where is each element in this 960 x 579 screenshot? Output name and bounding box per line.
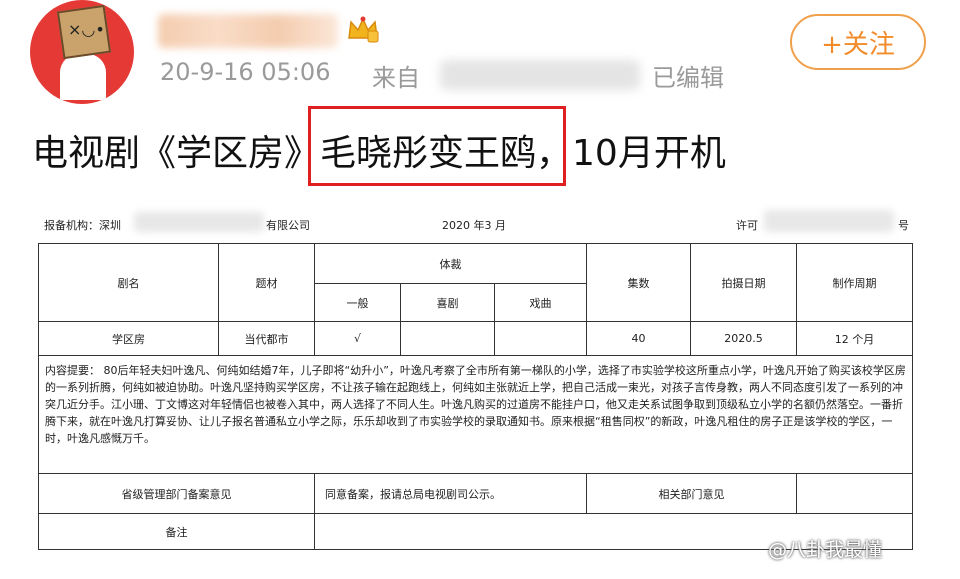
header-theme: 题材	[218, 243, 315, 322]
cell-title: 学区房	[38, 321, 219, 356]
content-summary: 内容提要： 80后年轻夫妇叶逸凡、何纯如结婚7年，儿子即将“幼升小”，叶逸凡考察…	[37, 355, 914, 474]
header-genre-comedy: 喜剧	[400, 283, 495, 322]
header-episodes: 集数	[586, 243, 692, 322]
table-row: 学区房 当代都市 √ 40 2020.5 12 个月	[38, 321, 914, 356]
provincial-label: 省级管理部门备案意见	[38, 473, 315, 514]
username-blurred[interactable]	[158, 14, 338, 48]
org-label: 报备机构：深圳	[44, 219, 121, 232]
header-genre-general: 一般	[314, 283, 401, 322]
cell-production-cycle: 12 个月	[796, 321, 914, 356]
cell-opera-mark	[493, 321, 588, 356]
highlight-box	[308, 106, 566, 186]
edited-label[interactable]: 已编辑	[652, 58, 724, 93]
cell-theme: 当代都市	[218, 321, 315, 356]
avatar-face-icon: ×◡•	[68, 20, 105, 39]
header-genre: 体裁	[313, 243, 588, 284]
crown-badge-icon	[348, 16, 379, 43]
related-opinion	[796, 473, 914, 514]
org-suffix: 有限公司	[266, 219, 310, 232]
cell-comedy-mark	[400, 321, 495, 356]
license-blurred	[764, 210, 894, 232]
cell-general-mark: √	[314, 321, 401, 356]
follow-button[interactable]: +关注	[790, 14, 926, 70]
provincial-opinion: 同意备案，报请总局电视剧司公示。	[313, 473, 588, 514]
headline-before: 电视剧《学区房》	[32, 133, 321, 174]
related-label: 相关部门意见	[586, 473, 798, 514]
source-blurred	[440, 60, 640, 90]
weibo-watermark: @八卦我最懂	[768, 539, 883, 561]
post-timestamp: 20-9-16 05:06	[160, 58, 331, 86]
header-title: 剧名	[38, 243, 219, 322]
license-prefix: 许可	[736, 219, 758, 232]
cell-shoot-date: 2020.5	[690, 321, 798, 356]
remarks-label: 备注	[38, 513, 315, 550]
avatar[interactable]: ×◡•	[30, 0, 134, 104]
document-date: 2020 年3 月	[442, 219, 506, 232]
cell-episodes: 40	[586, 321, 692, 356]
filing-table: 剧名 题材 体裁 集数 拍摄日期 制作周期 一般 喜剧 戏曲 学区房 当代都市 …	[37, 243, 914, 550]
avatar-figure	[60, 54, 106, 100]
license-suffix: 号	[898, 219, 909, 232]
source-prefix: 来自	[372, 64, 420, 92]
org-blurred	[134, 212, 264, 232]
header-production-cycle: 制作周期	[796, 243, 914, 322]
header-shoot-date: 拍摄日期	[690, 243, 798, 322]
header-genre-opera: 戏曲	[493, 283, 588, 322]
